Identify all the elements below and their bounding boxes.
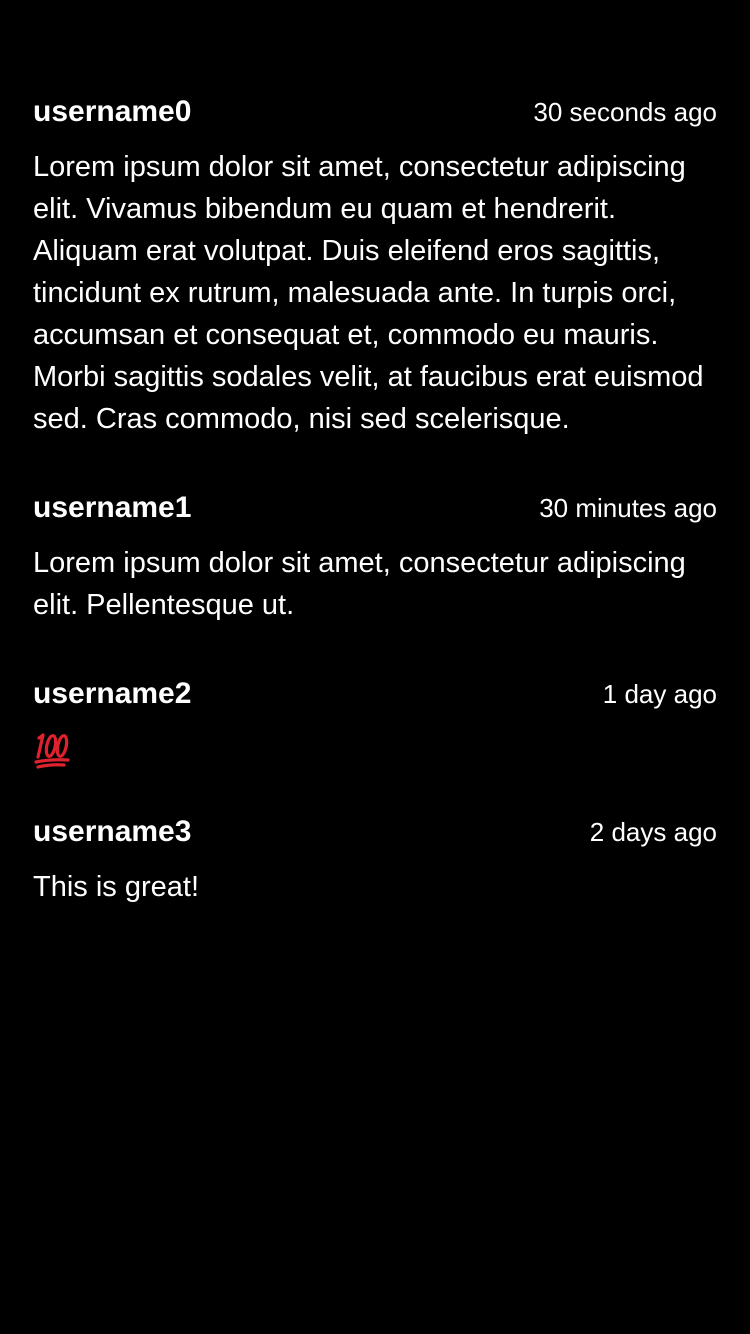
comment-username[interactable]: username1 bbox=[33, 486, 191, 530]
comment-list: username0 30 seconds ago Lorem ipsum dol… bbox=[33, 90, 717, 908]
comment-username[interactable]: username0 bbox=[33, 90, 191, 134]
comment-text: Lorem ipsum dolor sit amet, consectetur … bbox=[33, 547, 686, 621]
comment-item: username2 1 day ago bbox=[33, 672, 717, 770]
comment-timestamp: 30 seconds ago bbox=[533, 97, 717, 127]
comment-header: username3 2 days ago bbox=[33, 810, 717, 854]
comment-header: username2 1 day ago bbox=[33, 672, 717, 716]
comment-text: Lorem ipsum dolor sit amet, consectetur … bbox=[33, 151, 704, 435]
comment-header: username0 30 seconds ago bbox=[33, 90, 717, 134]
comment-timestamp: 30 minutes ago bbox=[539, 493, 717, 523]
comment-emoji bbox=[33, 728, 717, 770]
comment-header: username1 30 minutes ago bbox=[33, 486, 717, 530]
hundred-points-icon bbox=[33, 730, 71, 770]
comment-username[interactable]: username2 bbox=[33, 672, 191, 716]
comment-timestamp: 2 days ago bbox=[589, 817, 717, 848]
comment-timestamp: 1 day ago bbox=[602, 679, 717, 709]
comment-item: username0 30 seconds ago Lorem ipsum dol… bbox=[33, 90, 717, 440]
comment-item: username3 2 days ago This is great! bbox=[33, 810, 717, 908]
comment-text: This is great! bbox=[33, 871, 199, 904]
comment-username[interactable]: username3 bbox=[33, 810, 191, 854]
comment-item: username1 30 minutes ago Lorem ipsum dol… bbox=[33, 486, 717, 626]
